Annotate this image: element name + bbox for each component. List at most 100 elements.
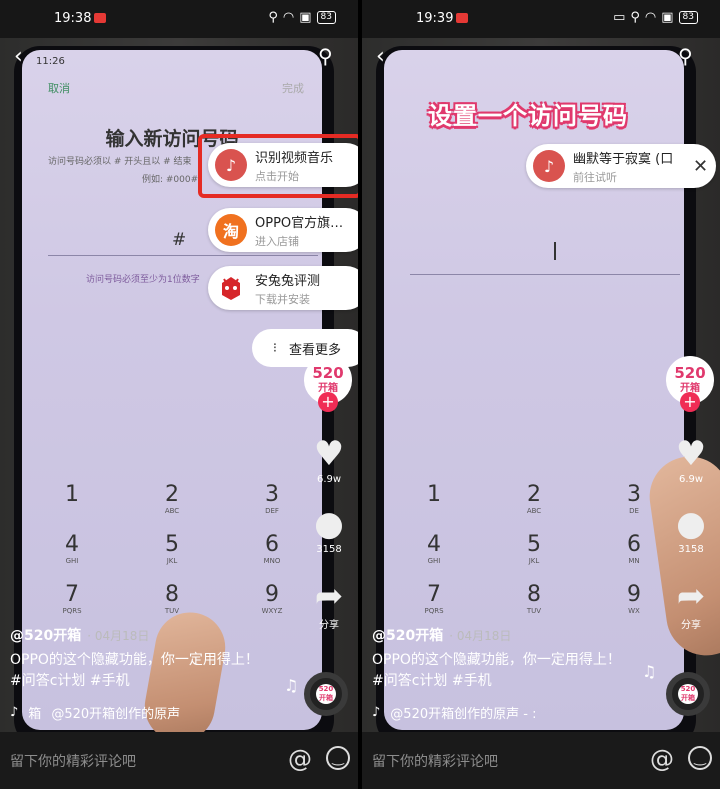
phone-example: 例如: #000# [142,175,199,185]
post-date: · 04月18日 [449,629,512,643]
status-bar: 19:38 ⚲ ◠ ▣ 83 [0,0,358,38]
antutu-icon [215,272,247,304]
sound-info[interactable]: ♪ 箱 @520开箱创作的原声 [10,703,180,722]
key-2: 2 ABC [526,482,542,515]
back-icon[interactable]: ‹ [376,44,385,69]
share-button[interactable]: ➦ 分享 [304,578,354,631]
heart-icon: ♥ [675,434,707,474]
status-time: 19:39 [416,11,454,26]
share-label: 分享 [681,620,701,631]
status-time: 19:38 [54,11,92,26]
screen-record-icon [94,13,106,23]
share-icon: ➦ [676,576,706,616]
tiktok-icon: ♪ [10,705,19,720]
back-icon[interactable]: ‹ [14,44,23,69]
key-1: 1 [427,482,441,507]
tiktok-icon: ♪ [372,705,381,720]
mention-icon[interactable]: @ [650,745,674,773]
song-subtitle: 前往试听 [573,170,617,184]
right-screen: 19:39 ▭ ⚲ ◠ ▣ 83 1 2 ABC 3 DE 4 GHI 5 JKL 6M… [362,0,720,789]
comment-input[interactable]: 留下你的精彩评论吧 [372,751,498,771]
see-more-label: 查看更多 [289,342,342,358]
song-title: 幽默等于寂寞 (口 [573,151,674,167]
comment-icon: ● [676,504,706,544]
sound-info[interactable]: ♪ @520开箱创作的原声 - : [372,703,536,722]
author-name[interactable]: @520开箱 · 04月18日 [372,625,511,645]
more-dots-icon: ⁝ [272,340,278,356]
share-label: 分享 [319,620,339,631]
phone-input-value: # [172,230,187,250]
like-button[interactable]: ♥ 6.9w [666,436,716,485]
sound-name: @520开箱创作的原声 [51,707,181,722]
heart-icon: ♥ [313,434,345,474]
video-caption[interactable]: OPPO的这个隐藏功能，你一定用得上！#问答c计划 #手机 [372,650,632,692]
song-card[interactable]: ♪ 幽默等于寂寞 (口 前往试听 ✕ [526,144,716,188]
emoji-icon[interactable]: ‿ [326,746,350,770]
music-note-icon: ♫ [284,676,299,695]
like-count: 6.9w [316,474,342,485]
comment-bar[interactable]: 留下你的精彩评论吧 @ ‿ [0,732,358,789]
avatar-text: 520 [674,364,706,382]
author-name[interactable]: @520开箱 · 04月18日 [10,625,149,645]
comment-count: 3158 [678,544,704,555]
comment-button[interactable]: ● 3158 [304,506,354,555]
card-title: 安兔兔评测 [255,273,321,289]
key-5: 5 JKL [165,532,179,565]
phone-cursor [554,242,556,260]
phone-input-underline [48,255,318,256]
emoji-icon[interactable]: ‿ [688,746,712,770]
phone-cancel: 取消 [48,82,70,95]
card-title: OPPO官方旗… [255,215,344,231]
close-icon[interactable]: ✕ [693,156,708,177]
taobao-icon: 淘 [215,214,247,246]
phone-hint: 访问号码必须至少为1位数字 [86,275,200,285]
search-icon[interactable]: ⚲ [318,44,333,68]
key-8: 8 TUV [164,582,180,615]
disc-label: 520 开箱 [678,684,698,704]
card-subtitle: 下载并安装 [255,292,310,306]
status-bar: 19:39 ▭ ⚲ ◠ ▣ 83 [362,0,720,38]
highlight-box [198,134,358,198]
sim-icon: ▣ [299,10,312,25]
music-disc[interactable]: 520 开箱 [666,672,710,716]
location-icon: ⚲ [268,10,278,25]
battery-indicator: 83 [316,11,336,24]
wifi-icon: ◠ [282,10,295,25]
comment-input[interactable]: 留下你的精彩评论吧 [10,751,136,771]
follow-button[interactable]: + [680,392,700,412]
location-icon: ⚲ [630,10,640,25]
share-button[interactable]: ➦ 分享 [666,578,716,631]
sim-icon: ▣ [661,10,674,25]
key-7: 7 PQRS [62,582,82,615]
phone-input-underline [410,274,680,275]
follow-button[interactable]: + [318,392,338,412]
battery-indicator: 83 [678,11,698,24]
overlay-caption: 设置一个访问号码 [428,102,628,130]
search-icon[interactable]: ⚲ [678,44,693,68]
screen-record-icon [456,13,468,23]
phone-time: 11:26 [36,56,65,67]
wifi-icon: ◠ [644,10,657,25]
video-caption[interactable]: OPPO的这个隐藏功能，你一定用得上！#问答c计划 #手机 [10,650,270,692]
shop-card[interactable]: 淘 OPPO官方旗… 进入店铺 [208,208,358,252]
phone-done: 完成 [282,82,304,95]
key-5: 5 JKL [527,532,541,565]
key-7: 7 PQRS [424,582,444,615]
comment-bar[interactable]: 留下你的精彩评论吧 @ ‿ [362,732,720,789]
sound-name: @520开箱创作的原声 - : [390,707,537,722]
cast-icon: ▭ [613,10,626,25]
comment-button[interactable]: ● 3158 [666,506,716,555]
like-count: 6.9w [678,474,704,485]
disc-label: 520 开箱 [316,684,336,704]
like-button[interactable]: ♥ 6.9w [304,436,354,485]
comment-icon: ● [314,504,344,544]
card-subtitle: 进入店铺 [255,234,299,248]
key-4: 4 GHI [427,532,441,565]
post-date: · 04月18日 [87,629,150,643]
status-icons: ⚲ ◠ ▣ 83 [268,10,336,25]
app-download-card[interactable]: 安兔兔评测下载并安装 [208,266,358,310]
share-icon: ➦ [314,576,344,616]
mention-icon[interactable]: @ [288,745,312,773]
music-note-icon: ♪ [533,150,565,182]
music-disc[interactable]: 520 开箱 [304,672,348,716]
